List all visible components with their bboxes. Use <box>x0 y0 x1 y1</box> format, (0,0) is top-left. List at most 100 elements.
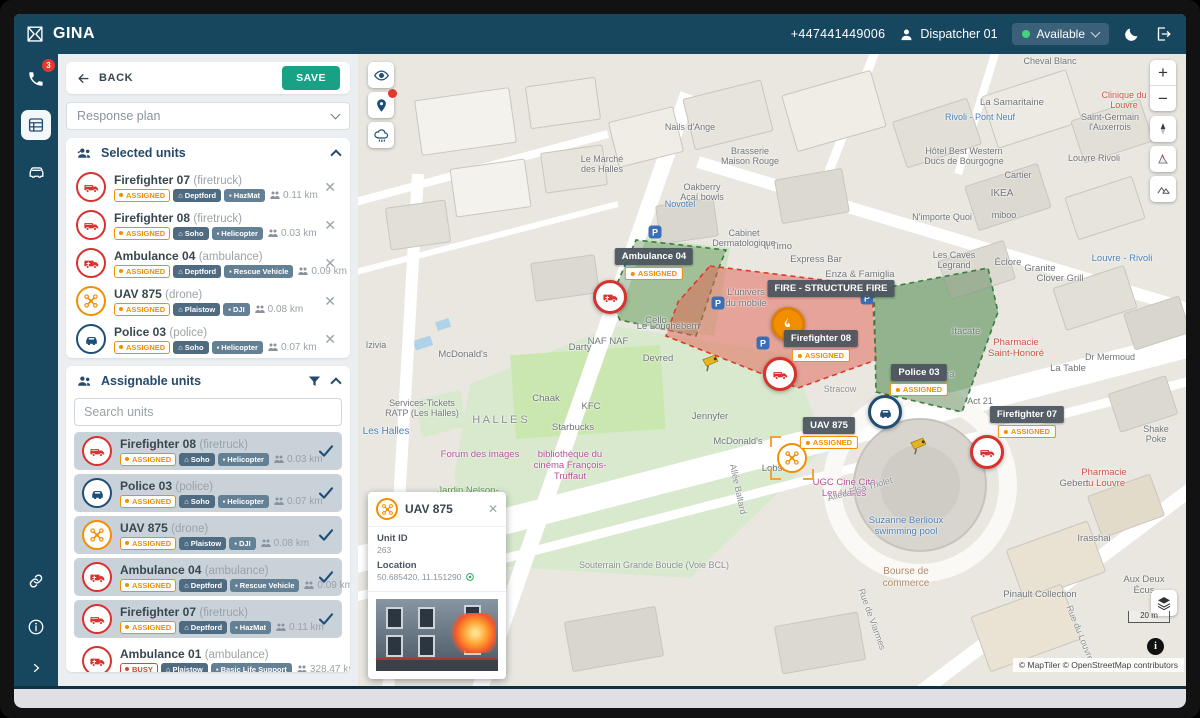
unit-checked-icon <box>318 528 334 542</box>
unit-type: (firetruck) <box>193 175 242 187</box>
remove-unit-button[interactable]: ✕ <box>320 255 340 272</box>
remove-unit-button[interactable]: ✕ <box>320 179 340 196</box>
status-badge: ASSIGNED <box>114 341 170 354</box>
units-nav-button[interactable] <box>21 156 51 186</box>
station-badge: ⌂ Deptford <box>179 579 227 592</box>
unit-info: UAV 875 (drone)ASSIGNED⌂ Plaistow▪ DJI 0… <box>114 287 303 316</box>
drone-feed-image <box>376 599 498 671</box>
unit-row-firefighter-08[interactable]: Firefighter 08 (firetruck)ASSIGNED⌂ Soho… <box>74 432 342 470</box>
notification-dot <box>388 89 397 98</box>
unit-row-police-03[interactable]: Police 03 (police)ASSIGNED⌂ Soho▪ Helico… <box>74 474 342 512</box>
station-badge: ⌂ Soho <box>179 453 214 466</box>
ambulance-map-marker[interactable] <box>593 280 627 314</box>
remove-unit-button[interactable]: ✕ <box>320 293 340 310</box>
user-menu[interactable]: Dispatcher 01 <box>899 27 997 42</box>
capability-badge: ▪ DJI <box>223 303 249 316</box>
police-icon <box>76 324 106 354</box>
chevron-down-icon <box>1091 28 1101 38</box>
parking-icon: P <box>757 337 770 350</box>
map-chip-firefighter-07[interactable]: Firefighter 07ASSIGNED <box>990 406 1064 438</box>
dark-mode-toggle[interactable] <box>1123 26 1140 43</box>
collapse-rail-button[interactable] <box>21 658 51 678</box>
map-attribution: © MapTiler © OpenStreetMap contributors <box>1013 658 1184 672</box>
unit-id-value: 263 <box>377 545 497 555</box>
visibility-layers-button[interactable] <box>368 62 394 88</box>
map-chip-ambulance-04[interactable]: Ambulance 04ASSIGNED <box>615 248 693 280</box>
map-chip-firefighter-08[interactable]: Firefighter 08ASSIGNED <box>784 330 858 362</box>
capability-badge: ▪ HazMat <box>230 621 271 634</box>
zoom-controls: + − <box>1150 60 1176 111</box>
availability-dropdown[interactable]: Available <box>1012 23 1109 45</box>
chip-assigned-badge: ASSIGNED <box>800 436 858 449</box>
unit-info: Firefighter 07 (firetruck)ASSIGNED⌂ Dept… <box>120 605 310 634</box>
status-badge: ASSIGNED <box>114 227 170 240</box>
unit-type: (police) <box>169 327 207 339</box>
unit-info: Firefighter 07 (firetruck)ASSIGNED⌂ Dept… <box>114 173 312 202</box>
collapse-assignable-units-icon[interactable] <box>330 377 341 388</box>
unit-row-firefighter-08[interactable]: Firefighter 08 (firetruck)ASSIGNED⌂ Soho… <box>66 206 350 244</box>
weather-layer-button[interactable] <box>368 122 394 148</box>
back-label: BACK <box>99 72 133 84</box>
response-plans-nav-button[interactable] <box>21 110 51 140</box>
firetruck-map-marker[interactable] <box>763 357 797 391</box>
map-chip-fire-structure-fire[interactable]: FIRE - STRUCTURE FIRE <box>768 280 895 297</box>
station-badge: ⌂ Soho <box>179 495 214 508</box>
top-navbar: GINA +447441449006 Dispatcher 01 Availab… <box>14 14 1186 54</box>
map-chip-police-03[interactable]: Police 03ASSIGNED <box>890 364 948 396</box>
zoom-in-button[interactable]: + <box>1150 60 1176 85</box>
capability-badge: ▪ Rescue Vehicle <box>224 265 293 278</box>
poi-pins-button[interactable] <box>368 92 394 118</box>
unit-info: Police 03 (police)ASSIGNED⌂ Soho▪ Helico… <box>120 479 310 508</box>
status-badge: ASSIGNED <box>120 453 176 466</box>
unit-row-firefighter-07[interactable]: Firefighter 07 (firetruck)ASSIGNED⌂ Dept… <box>66 168 350 206</box>
compass-button[interactable] <box>1150 116 1176 142</box>
status-badge: ASSIGNED <box>114 303 170 316</box>
chevron-down-icon <box>331 110 341 120</box>
map-info-button[interactable]: i <box>1147 638 1164 655</box>
unit-row-ambulance-01[interactable]: Ambulance 01 (ambulance)BUSY⌂ Plaistow▪ … <box>74 642 342 672</box>
unit-row-police-03[interactable]: Police 03 (police)ASSIGNED⌂ Soho▪ Helico… <box>66 320 350 358</box>
unit-info: Ambulance 04 (ambulance)ASSIGNED⌂ Deptfo… <box>114 249 312 278</box>
firetruck-icon <box>76 172 106 202</box>
unit-info: Ambulance 04 (ambulance)ASSIGNED⌂ Deptfo… <box>120 563 310 592</box>
unit-type: (police) <box>175 481 213 493</box>
firetruck-map-marker[interactable] <box>970 435 1004 469</box>
filter-icon[interactable] <box>307 374 322 389</box>
map-canvas[interactable]: + − <box>358 54 1186 686</box>
firetruck-icon <box>82 436 112 466</box>
close-popup-button[interactable]: ✕ <box>488 502 498 516</box>
search-units-input[interactable] <box>74 398 342 426</box>
response-plan-panel: BACK SAVE Response plan Selected units <box>58 54 358 686</box>
unit-row-firefighter-07[interactable]: Firefighter 07 (firetruck)ASSIGNED⌂ Dept… <box>74 600 342 638</box>
terrain-button[interactable] <box>1150 176 1176 202</box>
unit-distance: 0.08 km <box>261 538 310 549</box>
back-button[interactable]: BACK <box>76 71 133 86</box>
user-icon <box>899 27 914 42</box>
map-scale: 20 m <box>1128 611 1170 623</box>
response-plan-select[interactable]: Response plan <box>66 102 350 130</box>
logout-icon[interactable] <box>1154 25 1172 43</box>
calls-nav-button[interactable]: 3 <box>21 64 51 94</box>
collapse-selected-units-icon[interactable] <box>330 149 341 160</box>
map-chip-uav-875[interactable]: UAV 875ASSIGNED <box>800 417 858 449</box>
firetruck-icon <box>82 604 112 634</box>
remove-unit-button[interactable]: ✕ <box>320 217 340 234</box>
zoom-out-button[interactable]: − <box>1150 86 1176 111</box>
left-icon-rail: 3 <box>14 54 58 686</box>
unit-row-ambulance-04[interactable]: Ambulance 04 (ambulance)ASSIGNED⌂ Deptfo… <box>74 558 342 596</box>
ambulance-icon <box>76 248 106 278</box>
unit-row-uav-875[interactable]: UAV 875 (drone)ASSIGNED⌂ Plaistow▪ DJI 0… <box>74 516 342 554</box>
remove-unit-button[interactable]: ✕ <box>320 331 340 348</box>
unit-name: Ambulance 01 (ambulance) <box>120 647 334 661</box>
integrations-nav-button[interactable] <box>21 566 51 596</box>
unit-row-uav-875[interactable]: UAV 875 (drone)ASSIGNED⌂ Plaistow▪ DJI 0… <box>66 282 350 320</box>
station-badge: ⌂ Plaistow <box>179 537 226 550</box>
about-nav-button[interactable] <box>21 612 51 642</box>
tilt-3d-button[interactable] <box>1150 146 1176 172</box>
unit-checked-icon <box>318 486 334 500</box>
unit-type: (drone) <box>171 523 208 535</box>
gina-logo-icon <box>24 23 46 45</box>
save-button[interactable]: SAVE <box>282 66 340 90</box>
police-map-marker[interactable] <box>868 395 902 429</box>
unit-row-ambulance-04[interactable]: Ambulance 04 (ambulance)ASSIGNED⌂ Deptfo… <box>66 244 350 282</box>
